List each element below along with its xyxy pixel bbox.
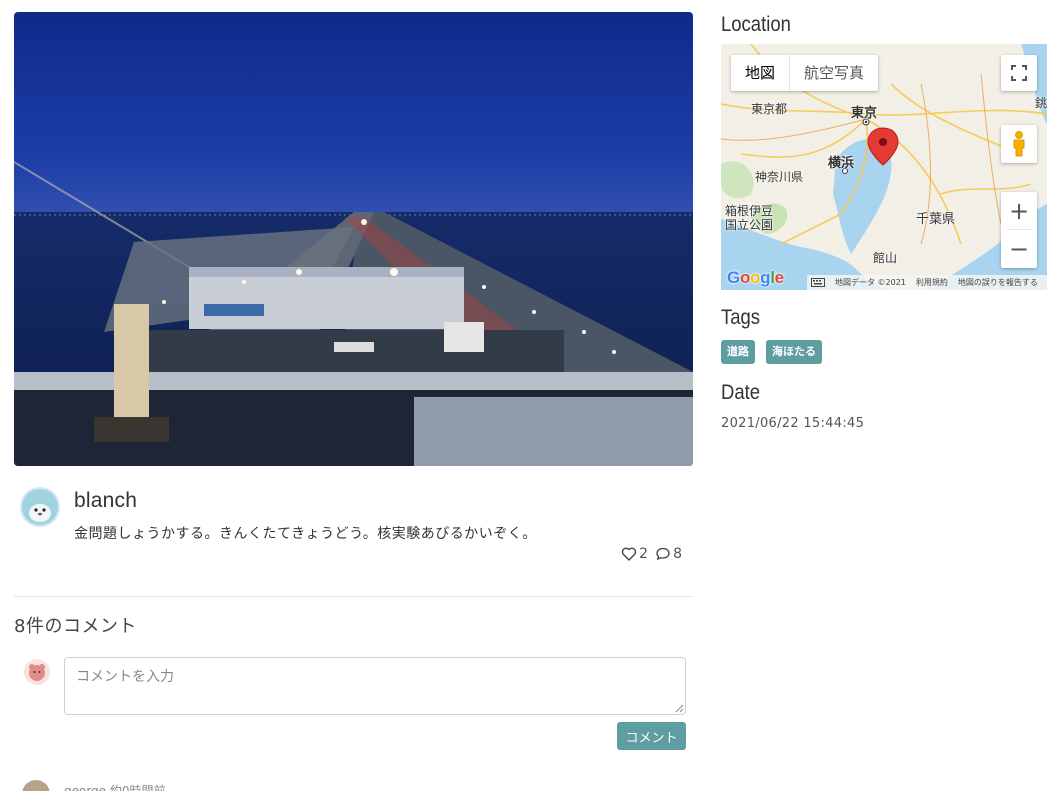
comment-count-button[interactable]: 8 — [655, 546, 682, 562]
location-map[interactable]: 東京都 東京 横浜 神奈川県 箱根伊豆 国立公園 千葉県 館山 銚 地図 航空写… — [721, 44, 1047, 290]
street-view-button[interactable] — [1001, 125, 1037, 163]
submit-comment-button[interactable]: コメント — [617, 722, 686, 750]
comment-input[interactable] — [64, 657, 686, 715]
like-button[interactable]: 2 — [621, 546, 648, 562]
map-label: 千葉県 — [916, 212, 956, 227]
comments-heading: 8件のコメント — [14, 616, 137, 637]
zoom-in-button[interactable]: + — [1001, 192, 1037, 230]
map-label: 横浜 — [828, 156, 855, 171]
comment-meta: george 約0時間前 — [64, 784, 166, 791]
fullscreen-icon — [1011, 65, 1027, 81]
keyboard-icon[interactable] — [811, 278, 825, 287]
map-type-control: 地図 航空写真 — [731, 55, 879, 91]
tags-heading: Tags — [721, 306, 761, 329]
heart-icon — [621, 547, 637, 561]
map-label: 銚 — [1035, 96, 1047, 110]
map-data-credit: 地図データ ©2021 — [835, 278, 906, 287]
fullscreen-button[interactable] — [1001, 55, 1037, 91]
comment-count: 8 — [673, 546, 682, 562]
map-type-satellite-button[interactable]: 航空写真 — [789, 55, 878, 91]
tag-chip[interactable]: 道路 — [721, 340, 755, 364]
terms-link[interactable]: 利用規約 — [916, 277, 948, 288]
location-heading: Location — [721, 13, 791, 36]
tag-chip[interactable]: 海ほたる — [766, 340, 822, 364]
author-avatar[interactable] — [20, 487, 60, 527]
author-name[interactable]: blanch — [74, 489, 137, 513]
date-heading: Date — [721, 381, 761, 404]
comment-icon — [656, 547, 670, 560]
post-photo — [14, 12, 693, 466]
map-attribution: 地図データ ©2021 利用規約 地図の誤りを報告する — [807, 275, 1047, 290]
report-error-link[interactable]: 地図の誤りを報告する — [958, 277, 1038, 288]
map-label: 神奈川県 — [755, 170, 804, 184]
resize-grip-icon[interactable] — [675, 704, 684, 713]
commenter-avatar[interactable] — [22, 780, 50, 791]
zoom-out-button[interactable]: − — [1001, 230, 1037, 268]
like-count: 2 — [639, 546, 649, 562]
current-user-avatar — [24, 659, 50, 685]
post-reactions: 2 8 — [621, 546, 682, 562]
google-logo[interactable]: Google — [727, 268, 784, 288]
map-label: 国立公園 — [725, 218, 774, 232]
section-divider — [14, 596, 693, 597]
map-type-map-button[interactable]: 地図 — [731, 55, 789, 91]
map-label: 東京都 — [751, 102, 788, 116]
map-label: 東京 — [851, 106, 878, 121]
map-label: 館山 — [873, 251, 898, 265]
zoom-control: + − — [1001, 192, 1037, 268]
post-date: 2021/06/22 15:44:45 — [721, 416, 865, 431]
post-body: 金問題しょうかする。きんくたてきょうどう。核実験あびるかいぞく。 — [74, 526, 537, 542]
pegman-icon — [1013, 131, 1025, 157]
